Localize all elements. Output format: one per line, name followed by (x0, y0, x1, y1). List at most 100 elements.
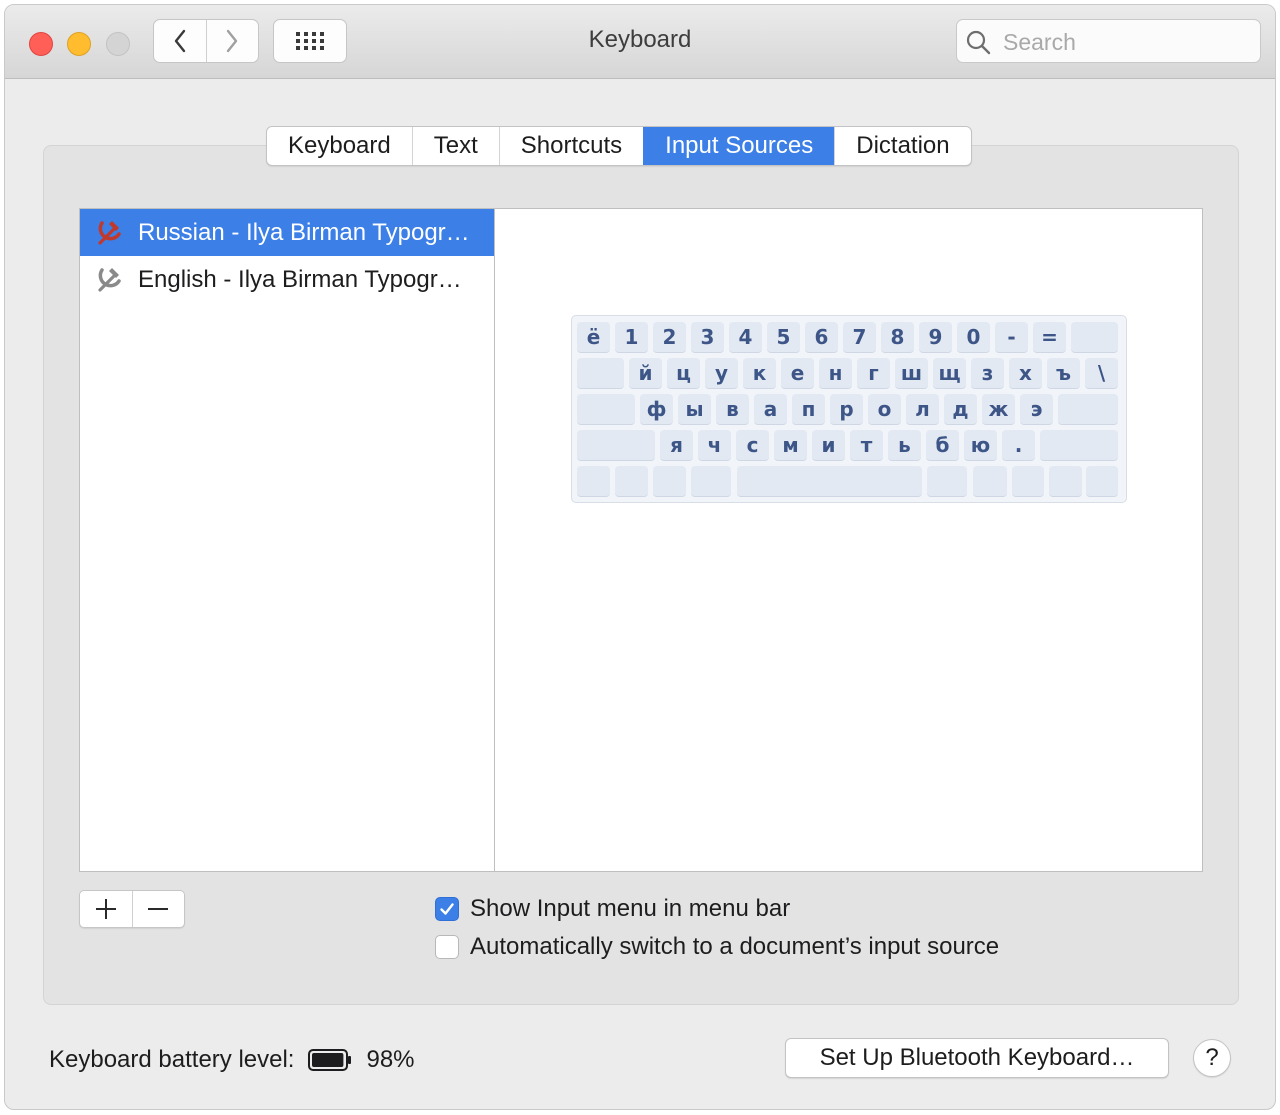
keyboard-key-modifier (691, 466, 731, 497)
show-input-menu-checkbox[interactable] (435, 897, 459, 921)
keyboard-key: э (1020, 394, 1053, 425)
keyboard-key: ж (982, 394, 1015, 425)
auto-switch-label: Automatically switch to a document’s inp… (470, 933, 1000, 960)
list-item-english[interactable]: English - Ilya Birman Typogr… (80, 256, 494, 303)
forward-button[interactable] (205, 20, 259, 62)
back-button[interactable] (154, 20, 206, 62)
keyboard-key: ы (678, 394, 711, 425)
keyboard-key-tab (577, 358, 624, 389)
hammer-sickle-icon (98, 220, 121, 245)
keyboard-key-space (737, 466, 922, 497)
battery-label: Keyboard battery level: (49, 1046, 295, 1073)
keyboard-key: с (736, 430, 769, 461)
search-icon (966, 30, 991, 55)
close-button[interactable] (29, 32, 53, 56)
tab-bar: Keyboard Text Shortcuts Input Sources Di… (266, 126, 972, 166)
keyboard-key-caps (577, 394, 635, 425)
auto-switch-checkbox[interactable] (435, 935, 459, 959)
keyboard-key: 0 (957, 322, 990, 353)
keyboard-key: о (868, 394, 901, 425)
keyboard-key: ё (577, 322, 610, 353)
keyboard-layout-preview: ё 1 2 3 4 5 6 7 8 9 0- = й ц у к е н г ш щ з х ъ \ ф ы в а п р о л д ж э я ч с… (571, 315, 1127, 503)
search-input[interactable] (1001, 26, 1255, 58)
hammer-sickle-icon (98, 267, 121, 292)
keyboard-key-modifier (1012, 466, 1044, 497)
keyboard-key: е (781, 358, 814, 389)
keyboard-key: ш (895, 358, 928, 389)
auto-switch-option[interactable]: Automatically switch to a document’s inp… (435, 933, 999, 961)
keyboard-key: з (971, 358, 1004, 389)
tab-input-sources[interactable]: Input Sources (643, 127, 835, 165)
battery-status: Keyboard battery level: 98% (49, 1045, 415, 1075)
keyboard-key: м (774, 430, 807, 461)
keyboard-key: 4 (729, 322, 762, 353)
keyboard-key-shift-left (577, 430, 655, 461)
keyboard-key-return (1058, 394, 1118, 425)
keyboard-key: 7 (843, 322, 876, 353)
keyboard-key: 2 (653, 322, 686, 353)
add-remove-buttons (79, 890, 185, 928)
navigation-buttons (153, 19, 259, 63)
keyboard-key: ю (964, 430, 997, 461)
tab-shortcuts[interactable]: Shortcuts (498, 127, 643, 165)
tab-text[interactable]: Text (411, 127, 499, 165)
keyboard-key: - (995, 322, 1028, 353)
zoom-button[interactable] (106, 32, 130, 56)
grid-icon (296, 32, 324, 50)
keyboard-key: н (819, 358, 852, 389)
keyboard-key: к (743, 358, 776, 389)
setup-bluetooth-keyboard-button[interactable]: Set Up Bluetooth Keyboard… (785, 1038, 1169, 1078)
keyboard-key: и (812, 430, 845, 461)
show-all-button[interactable] (273, 19, 347, 63)
plus-icon (95, 899, 116, 919)
keyboard-key-modifier (973, 466, 1007, 497)
keyboard-key: т (850, 430, 883, 461)
input-source-list: Russian - Ilya Birman Typogr… English - … (79, 208, 495, 872)
battery-fill (312, 1053, 344, 1067)
keyboard-preferences-window: Keyboard Keyboard Text Shortcuts Input S… (4, 4, 1276, 1110)
remove-input-source-button[interactable] (131, 891, 185, 927)
tab-keyboard[interactable]: Keyboard (267, 127, 412, 165)
list-item-russian[interactable]: Russian - Ilya Birman Typogr… (80, 209, 494, 256)
keyboard-key: ь (888, 430, 921, 461)
show-input-menu-label: Show Input menu in menu bar (470, 895, 791, 922)
title-bar: Keyboard (5, 5, 1275, 79)
keyboard-key-delete (1071, 322, 1118, 353)
keyboard-key: д (944, 394, 977, 425)
tab-dictation[interactable]: Dictation (834, 127, 970, 165)
battery-icon (308, 1049, 352, 1071)
help-button[interactable]: ? (1193, 1039, 1231, 1077)
keyboard-key: й (629, 358, 662, 389)
keyboard-key: ф (640, 394, 673, 425)
minus-icon (148, 908, 169, 910)
keyboard-key: . (1002, 430, 1035, 461)
keyboard-key: 1 (615, 322, 648, 353)
keyboard-key-modifier (1049, 466, 1082, 497)
keyboard-key: 6 (805, 322, 838, 353)
keyboard-key-modifier (1086, 466, 1118, 497)
keyboard-key: = (1033, 322, 1066, 353)
keyboard-key-shift-right (1040, 430, 1118, 461)
chevron-right-icon (227, 29, 238, 53)
keyboard-key: в (716, 394, 749, 425)
keyboard-key: б (926, 430, 959, 461)
keyboard-key-modifier (927, 466, 967, 497)
checkmark-icon (440, 903, 454, 915)
keyboard-key-modifier (615, 466, 648, 497)
keyboard-key: я (660, 430, 693, 461)
add-input-source-button[interactable] (80, 891, 132, 927)
keyboard-preview-area: ё 1 2 3 4 5 6 7 8 9 0- = й ц у к е н г ш щ з х ъ \ ф ы в а п р о л д ж э я ч с… (494, 208, 1203, 872)
search-field[interactable] (956, 19, 1261, 63)
keyboard-key: п (792, 394, 825, 425)
keyboard-key: ъ (1047, 358, 1080, 389)
keyboard-key: ц (667, 358, 700, 389)
keyboard-key: 8 (881, 322, 914, 353)
chevron-left-icon (174, 29, 185, 53)
keyboard-key: а (754, 394, 787, 425)
keyboard-key: ч (698, 430, 731, 461)
show-input-menu-option[interactable]: Show Input menu in menu bar (435, 895, 790, 923)
minimize-button[interactable] (67, 32, 91, 56)
input-source-label: English - Ilya Birman Typogr… (138, 265, 462, 293)
keyboard-key-modifier (653, 466, 686, 497)
input-source-label: Russian - Ilya Birman Typogr… (138, 218, 470, 246)
